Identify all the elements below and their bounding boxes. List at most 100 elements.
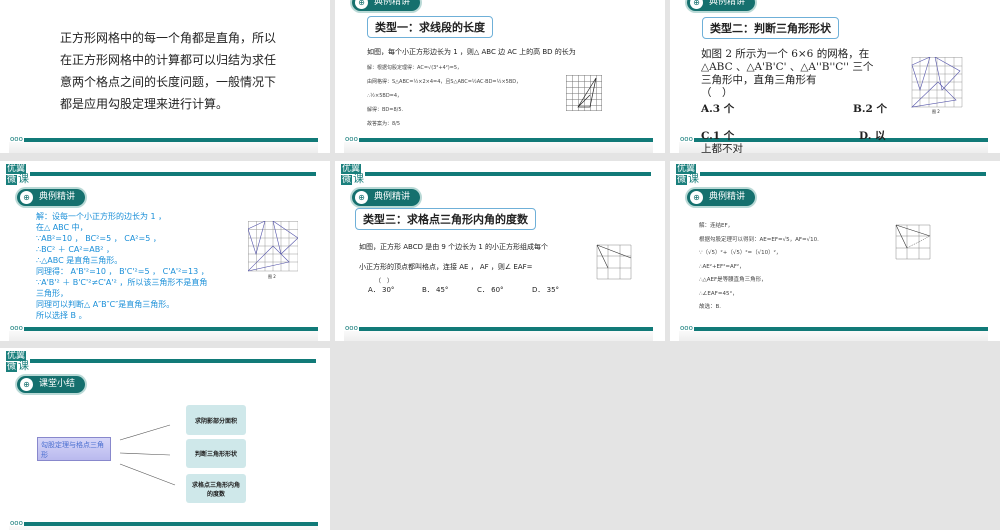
section-pill: ⊕ 典例精讲: [352, 189, 420, 206]
option-b[interactable]: B.2 个: [853, 101, 887, 116]
summary-item: 求格点三角形内角的度数: [186, 474, 246, 503]
question-line: 如图，正方形 ABCD 是由 9 个边长为 1 的小正方形组成每个: [359, 243, 549, 251]
solution: 解：根据勾股定理得：AC=√(3²+4²)=5， 由网格得：S△ABC=½×2×…: [367, 61, 521, 131]
option-a[interactable]: A． 30°: [368, 285, 394, 295]
solution-line: 解：设每一个小正方形的边长为 1 ，: [36, 212, 167, 221]
question-line: 小正方形的顶点都叫格点，连接 AE ， AF ，则∠ EAF=: [359, 263, 533, 271]
type-heading: 类型二：判断三角形形状: [702, 17, 839, 39]
text-line: 三角形中，直角三角形有: [701, 74, 817, 86]
section-title: 典例精讲: [709, 0, 746, 7]
top-bar: [30, 359, 316, 363]
question-text: 如图 2 所示为一个 6×6 的网格，在 △ABC 、△A'B'C' 、△A''…: [701, 48, 873, 100]
section-title: 典例精讲: [374, 192, 411, 202]
section-pill: ⊕ 课堂小结: [17, 376, 85, 393]
solution-line: ∵（√5）²+（√5）²=（√10）²，: [699, 250, 782, 256]
solution-line: 由网格得：S△ABC=½×2×4=4，且S△ABC=½AC·BD=½×5BD，: [367, 79, 522, 85]
question-text: 如图，每个小正方形边长为 1 ，则△ ABC 边 AC 上的高 BD 的长为: [367, 48, 576, 56]
option-c[interactable]: C． 60°: [477, 285, 504, 295]
top-bar: [700, 172, 986, 176]
figure-caption: 图 2: [932, 109, 940, 114]
solution-line: 三角形，: [36, 289, 68, 298]
grid-figure: [566, 75, 602, 111]
option-b[interactable]: B． 45°: [422, 285, 448, 295]
search-icon: ⊕: [20, 191, 33, 204]
solution-line: 同理可以判断△ A″B″C″是直角三角形。: [36, 300, 175, 309]
logo: 优翼微课: [6, 351, 31, 372]
search-icon: ⊕: [20, 378, 33, 391]
section-title: 典例精讲: [374, 0, 411, 7]
search-icon: ⊕: [690, 0, 703, 9]
summary-item: 求阴影部分面积: [186, 405, 246, 435]
solution-line: ∴AE²+EF²=AF²，: [699, 263, 745, 270]
footer: [9, 526, 318, 530]
section-pill: ⊕ 典例精讲: [352, 0, 420, 11]
solution: 解：连结EF， 根据勾股定理可以得到：AE=EF=√5，AF=√10. ∵（√5…: [699, 220, 819, 315]
footer: [9, 331, 318, 341]
section-title: 课堂小结: [39, 379, 76, 389]
logo: 优翼微课: [676, 164, 701, 185]
slide-thumbnail-5[interactable]: 优翼微课 ⊕ 典例精讲 类型三：求格点三角形内角的度数 如图，正方形 ABCD 是…: [335, 161, 665, 341]
solution-line: 所以选择 B 。: [36, 311, 87, 320]
grid-figure: [248, 221, 298, 272]
section-title: 典例精讲: [39, 192, 76, 202]
solution-line: 解：根据勾股定理得：AC=√(3²+4²)=5，: [367, 65, 463, 71]
search-icon: ⊕: [355, 0, 368, 9]
solution-line: ∵AB²=10 ， BC²=5 ， CA²=5 ，: [36, 234, 161, 243]
solution-line: ∵A'B'² ＋ B'C'²≠C'A'² ，所以该三角形不是直角: [36, 278, 208, 287]
solution-line: 根据勾股定理可以得到：AE=EF=√5，AF=√10.: [699, 236, 819, 243]
search-icon: ⊕: [355, 191, 368, 204]
solution-line: 同理得： A'B'²=10 ， B'C'²=5 ， C'A'²=13 ，: [36, 267, 209, 276]
text-line: 正方形网格中的每一个角都是直角，所以: [60, 31, 277, 45]
text-line: （ ）: [701, 87, 733, 99]
slide-thumbnail-2[interactable]: ⊕ 典例精讲 类型一：求线段的长度 如图，每个小正方形边长为 1 ，则△ ABC …: [335, 0, 665, 153]
footer: [344, 142, 653, 153]
solution-line: ∴△ABC 是直角三角形。: [36, 256, 123, 265]
grid-figure: [895, 224, 931, 260]
solution-line: ∴∠EAF=45°，: [699, 290, 738, 297]
section-pill: ⊕ 典例精讲: [687, 189, 755, 206]
option-d[interactable]: D． 35°: [532, 285, 559, 295]
solution-line: 在△ ABC 中，: [36, 223, 88, 232]
slide-thumbnail-1[interactable]: 正方形网格中的每一个角都是直角，所以 在正方形网格中的计算都可以归结为求任 意两…: [0, 0, 330, 153]
summary-item: 判断三角形形状: [186, 439, 246, 468]
slide-text: 正方形网格中的每一个角都是直角，所以 在正方形网格中的计算都可以归结为求任 意两…: [60, 27, 276, 115]
solution-line: ∴½×5BD=4，: [367, 93, 403, 99]
solution: 解：设每一个小正方形的边长为 1 ， 在△ ABC 中， ∵AB²=10 ， B…: [36, 211, 209, 321]
solution-line: 解得：BD=8/5.: [367, 107, 404, 113]
solution-line: 故选：B.: [699, 304, 722, 310]
text-line: △ABC 、△A'B'C' 、△A''B''C'' 三个: [701, 61, 874, 73]
answer-blank: （ ）: [375, 278, 394, 285]
figure-caption: 图 2: [268, 274, 276, 279]
option-d-cont: 上都不对: [701, 143, 743, 153]
text-line: 意两个格点之间的长度问题，一般情况下: [60, 75, 277, 89]
top-bar: [365, 172, 651, 176]
solution-line: 解：连结EF，: [699, 223, 734, 229]
section-pill: ⊕ 典例精讲: [687, 0, 755, 11]
slide-thumbnail-3[interactable]: ⊕ 典例精讲 类型二：判断三角形形状 如图 2 所示为一个 6×6 的网格，在 △…: [670, 0, 1000, 153]
text-line: 如图 2 所示为一个 6×6 的网格，在: [701, 48, 870, 60]
option-d[interactable]: D. 以: [859, 128, 886, 143]
option-a[interactable]: A.3 个: [701, 101, 734, 116]
grid-figure: [911, 57, 963, 108]
slide-thumbnail-4[interactable]: 优翼微课 ⊕ 典例精讲 解：设每一个小正方形的边长为 1 ， 在△ ABC 中， …: [0, 161, 330, 341]
search-icon: ⊕: [690, 191, 703, 204]
summary-center-node: 勾股定理与格点三角形: [37, 437, 111, 461]
text-line: 在正方形网格中的计算都可以归结为求任: [60, 53, 277, 67]
section-pill: ⊕ 典例精讲: [17, 189, 85, 206]
logo: 优翼微课: [341, 164, 366, 185]
slide-thumbnail-7[interactable]: 优翼微课 ⊕ 课堂小结 勾股定理与格点三角形 求阴影部分面积 判断三角形形状 求格…: [0, 348, 330, 530]
slide-thumbnail-6[interactable]: 优翼微课 ⊕ 典例精讲 解：连结EF， 根据勾股定理可以得到：AE=EF=√5，A…: [670, 161, 1000, 341]
solution-line: ∴BC² ＋ CA²=AB² ，: [36, 245, 114, 254]
logo: 优翼微课: [6, 164, 31, 185]
solution-line: ∴△AEF是等腰直角三角形，: [699, 277, 767, 283]
section-title: 典例精讲: [709, 192, 746, 202]
footer: [344, 331, 653, 341]
solution-line: 故答案为：8/5: [367, 121, 401, 127]
footer: [679, 331, 988, 341]
type-heading: 类型三：求格点三角形内角的度数: [355, 208, 536, 230]
grid-figure: [596, 244, 632, 280]
type-heading: 类型一：求线段的长度: [367, 16, 493, 38]
footer: [9, 142, 318, 153]
connector-arrows: [119, 424, 176, 486]
top-bar: [30, 172, 316, 176]
